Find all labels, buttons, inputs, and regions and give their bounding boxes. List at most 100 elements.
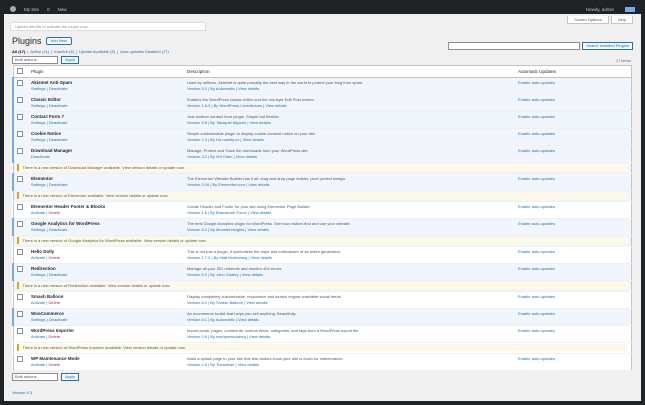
auto-update-toggle[interactable]: Enable auto-updates: [518, 294, 555, 299]
row-checkbox[interactable]: [13, 246, 28, 264]
row-action-link[interactable]: Deactivate: [49, 137, 68, 142]
row-action-link[interactable]: Deactivate: [49, 317, 68, 322]
row-checkbox[interactable]: [12, 94, 28, 112]
row-checkbox[interactable]: [12, 111, 28, 129]
row-action-link[interactable]: Settings: [31, 120, 45, 125]
update-message[interactable]: There is a new version of Google Analyti…: [23, 238, 207, 243]
auto-update-toggle[interactable]: Enable auto-updates: [518, 204, 555, 209]
row-action-link[interactable]: Settings: [31, 103, 45, 108]
plugin-meta[interactable]: Version 2.6 | By Themeisle | View detail…: [187, 362, 512, 367]
row-action-link[interactable]: Settings: [31, 317, 45, 322]
plugin-meta[interactable]: Version 6.2 | By Smash Balloon | View de…: [187, 300, 512, 305]
update-message[interactable]: There is a new version of Redirection av…: [23, 283, 171, 288]
plugin-rows: Akismet Anti-Spam Settings | Deactivate Us…: [12, 77, 632, 371]
row-action-link[interactable]: Deactivate: [49, 272, 68, 277]
apply-button-bottom[interactable]: Apply: [61, 373, 80, 381]
comments-count[interactable]: 0: [47, 7, 50, 12]
select-all-checkbox[interactable]: [13, 65, 28, 78]
wordpress-logo-icon[interactable]: [10, 6, 16, 12]
row-action-link[interactable]: Deactivate: [49, 103, 68, 108]
plugin-meta[interactable]: Version 2.4 | By Hu-manity.co | View det…: [187, 137, 512, 142]
page-title: Plugins: [12, 36, 42, 46]
add-new-button[interactable]: Add New: [45, 37, 72, 45]
bulk-actions-select-bottom[interactable]: Bulk actions: [12, 373, 58, 381]
filter-inactive[interactable]: Inactive (6): [54, 49, 74, 54]
search-input[interactable]: [448, 42, 581, 50]
row-checkbox[interactable]: [12, 77, 28, 95]
filter-update-available[interactable]: Update Available (5): [79, 49, 115, 54]
plugin-meta[interactable]: Version 3.2 | By W3 Eden | View details: [187, 154, 512, 159]
row-action-link[interactable]: Deactivate: [49, 182, 68, 187]
new-content-link[interactable]: New: [58, 7, 67, 12]
row-action-link[interactable]: Delete: [49, 255, 61, 260]
row-checkbox[interactable]: [12, 263, 28, 281]
screen-options-tab[interactable]: Screen Options: [567, 16, 609, 24]
auto-update-toggle[interactable]: Enable auto-updates: [518, 80, 555, 85]
row-action-link[interactable]: Deactivate: [49, 227, 68, 232]
auto-update-toggle[interactable]: Enable auto-updates: [518, 249, 555, 254]
row-action-link[interactable]: Settings: [31, 137, 45, 142]
auto-update-toggle[interactable]: Enable auto-updates: [518, 97, 555, 102]
auto-update-toggle[interactable]: Enable auto-updates: [518, 176, 555, 181]
row-checkbox[interactable]: [13, 325, 28, 343]
row-action-link[interactable]: Settings: [31, 86, 45, 91]
row-action-link[interactable]: Deactivate: [49, 86, 68, 91]
account-greeting[interactable]: Howdy, admin: [586, 7, 614, 12]
row-action-link[interactable]: Activate: [31, 255, 45, 260]
row-checkbox[interactable]: [12, 145, 28, 163]
row-action-link[interactable]: Deactivate: [31, 154, 50, 159]
row-checkbox[interactable]: [13, 201, 28, 219]
help-tab[interactable]: Help: [610, 16, 633, 24]
auto-update-toggle[interactable]: Enable auto-updates: [518, 328, 555, 333]
row-actions: Settings | Deactivate: [31, 317, 68, 322]
filter-active[interactable]: Active (11): [30, 49, 49, 54]
update-row: There is a new version of Redirection av…: [13, 280, 632, 292]
row-action-link[interactable]: Activate: [31, 210, 45, 215]
row-action-link[interactable]: Deactivate: [49, 120, 68, 125]
row-checkbox[interactable]: [12, 308, 28, 326]
plugin-meta[interactable]: Version 1.6 | By Brainstorm Force | View…: [187, 210, 512, 215]
row-actions: Settings | Deactivate: [31, 182, 68, 187]
update-message[interactable]: There is a new version of Elementor avai…: [23, 193, 169, 198]
plugin-meta[interactable]: Version 0.8 | By wordpressdotorg | View …: [187, 334, 512, 339]
apply-button[interactable]: Apply: [61, 56, 80, 64]
auto-update-toggle[interactable]: Enable auto-updates: [518, 266, 555, 271]
update-message[interactable]: There is a new version of Download Manag…: [23, 165, 185, 170]
avatar[interactable]: [625, 6, 635, 12]
auto-update-toggle[interactable]: Enable auto-updates: [518, 114, 555, 119]
auto-update-toggle[interactable]: Enable auto-updates: [518, 148, 555, 153]
plugin-meta[interactable]: Version 1.7.2 | By Matt Mullenweg | View…: [187, 255, 512, 260]
filter-all[interactable]: All (17): [12, 49, 25, 54]
row-action-link[interactable]: Settings: [31, 272, 45, 277]
row-action-link[interactable]: Delete: [49, 210, 61, 215]
site-name-link[interactable]: My Site: [24, 7, 39, 12]
row-action-link[interactable]: Delete: [49, 362, 61, 367]
plugin-meta[interactable]: Version 8.2 | By MonsterInsights | View …: [187, 227, 512, 232]
plugin-meta[interactable]: Version 1.6.3 | By WordPress Contributor…: [187, 103, 512, 108]
row-action-link[interactable]: Delete: [49, 334, 61, 339]
row-checkbox[interactable]: [12, 218, 28, 236]
auto-update-toggle[interactable]: Enable auto-updates: [518, 356, 555, 361]
plugin-meta[interactable]: Version 8.1 | By Automattic | View detai…: [187, 317, 512, 322]
row-action-link[interactable]: Activate: [31, 334, 45, 339]
update-message[interactable]: There is a new version of WordPress Impo…: [23, 345, 186, 350]
row-action-link[interactable]: Settings: [31, 227, 45, 232]
row-checkbox[interactable]: [13, 291, 28, 309]
plugin-meta[interactable]: Version 5.3 | By Automattic | View detai…: [187, 86, 512, 91]
filter-autoupdates-disabled[interactable]: Auto-updates Disabled (17): [120, 49, 169, 54]
row-action-link[interactable]: Settings: [31, 182, 45, 187]
auto-update-toggle[interactable]: Enable auto-updates: [518, 311, 555, 316]
auto-update-toggle[interactable]: Enable auto-updates: [518, 221, 555, 226]
row-checkbox[interactable]: [12, 128, 28, 146]
plugin-meta[interactable]: Version 5.8 | By Takayuki Miyoshi | View…: [187, 120, 512, 125]
plugin-meta[interactable]: Version 3.16 | By Elementor.com | View d…: [187, 182, 512, 187]
row-checkbox[interactable]: [13, 353, 28, 371]
row-action-link[interactable]: Delete: [49, 300, 61, 305]
row-action-link[interactable]: Activate: [31, 362, 45, 367]
plugin-meta[interactable]: Version 5.3 | By John Godley | View deta…: [187, 272, 512, 277]
bulk-actions-select[interactable]: Bulk actions: [12, 56, 58, 64]
search-button[interactable]: Search Installed Plugins: [582, 42, 633, 50]
row-checkbox[interactable]: [12, 173, 28, 191]
row-action-link[interactable]: Activate: [31, 300, 45, 305]
auto-update-toggle[interactable]: Enable auto-updates: [518, 131, 555, 136]
